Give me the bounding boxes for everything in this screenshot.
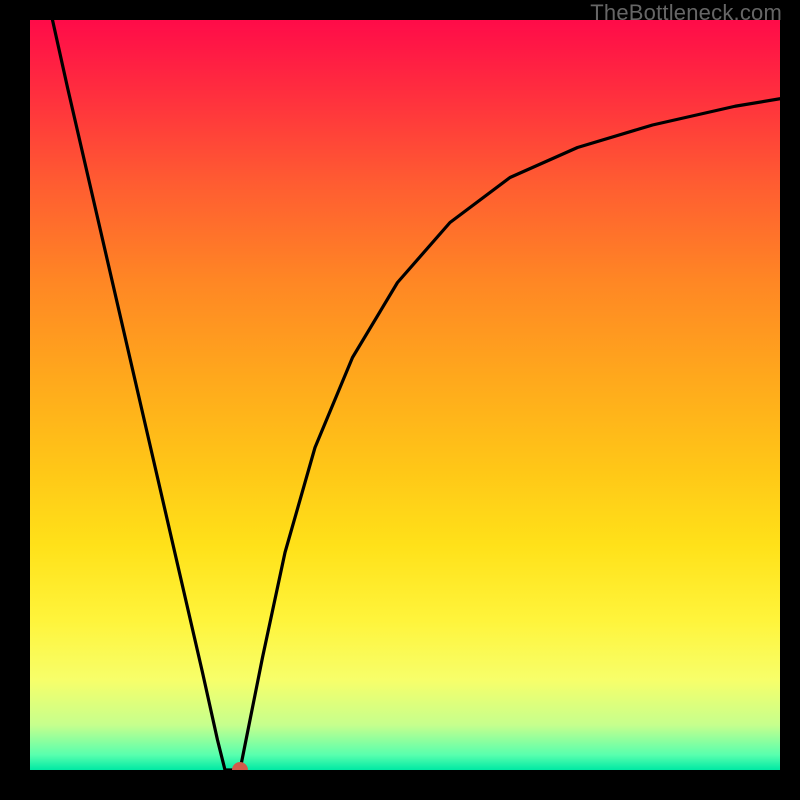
bottleneck-curve bbox=[53, 20, 781, 770]
chart-frame: TheBottleneck.com bbox=[0, 0, 800, 800]
chart-svg bbox=[30, 20, 780, 770]
optimum-marker bbox=[232, 762, 248, 770]
watermark-text: TheBottleneck.com bbox=[590, 0, 782, 26]
plot-area bbox=[30, 20, 780, 770]
